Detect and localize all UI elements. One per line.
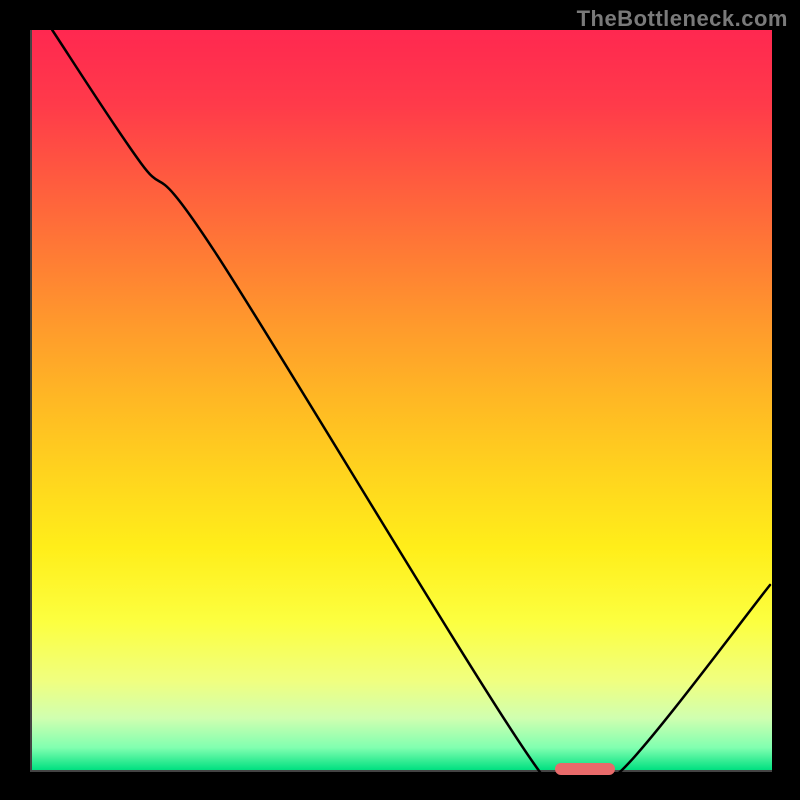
plot-area	[30, 30, 772, 772]
watermark-text: TheBottleneck.com	[577, 6, 788, 32]
optimal-marker	[555, 763, 614, 775]
